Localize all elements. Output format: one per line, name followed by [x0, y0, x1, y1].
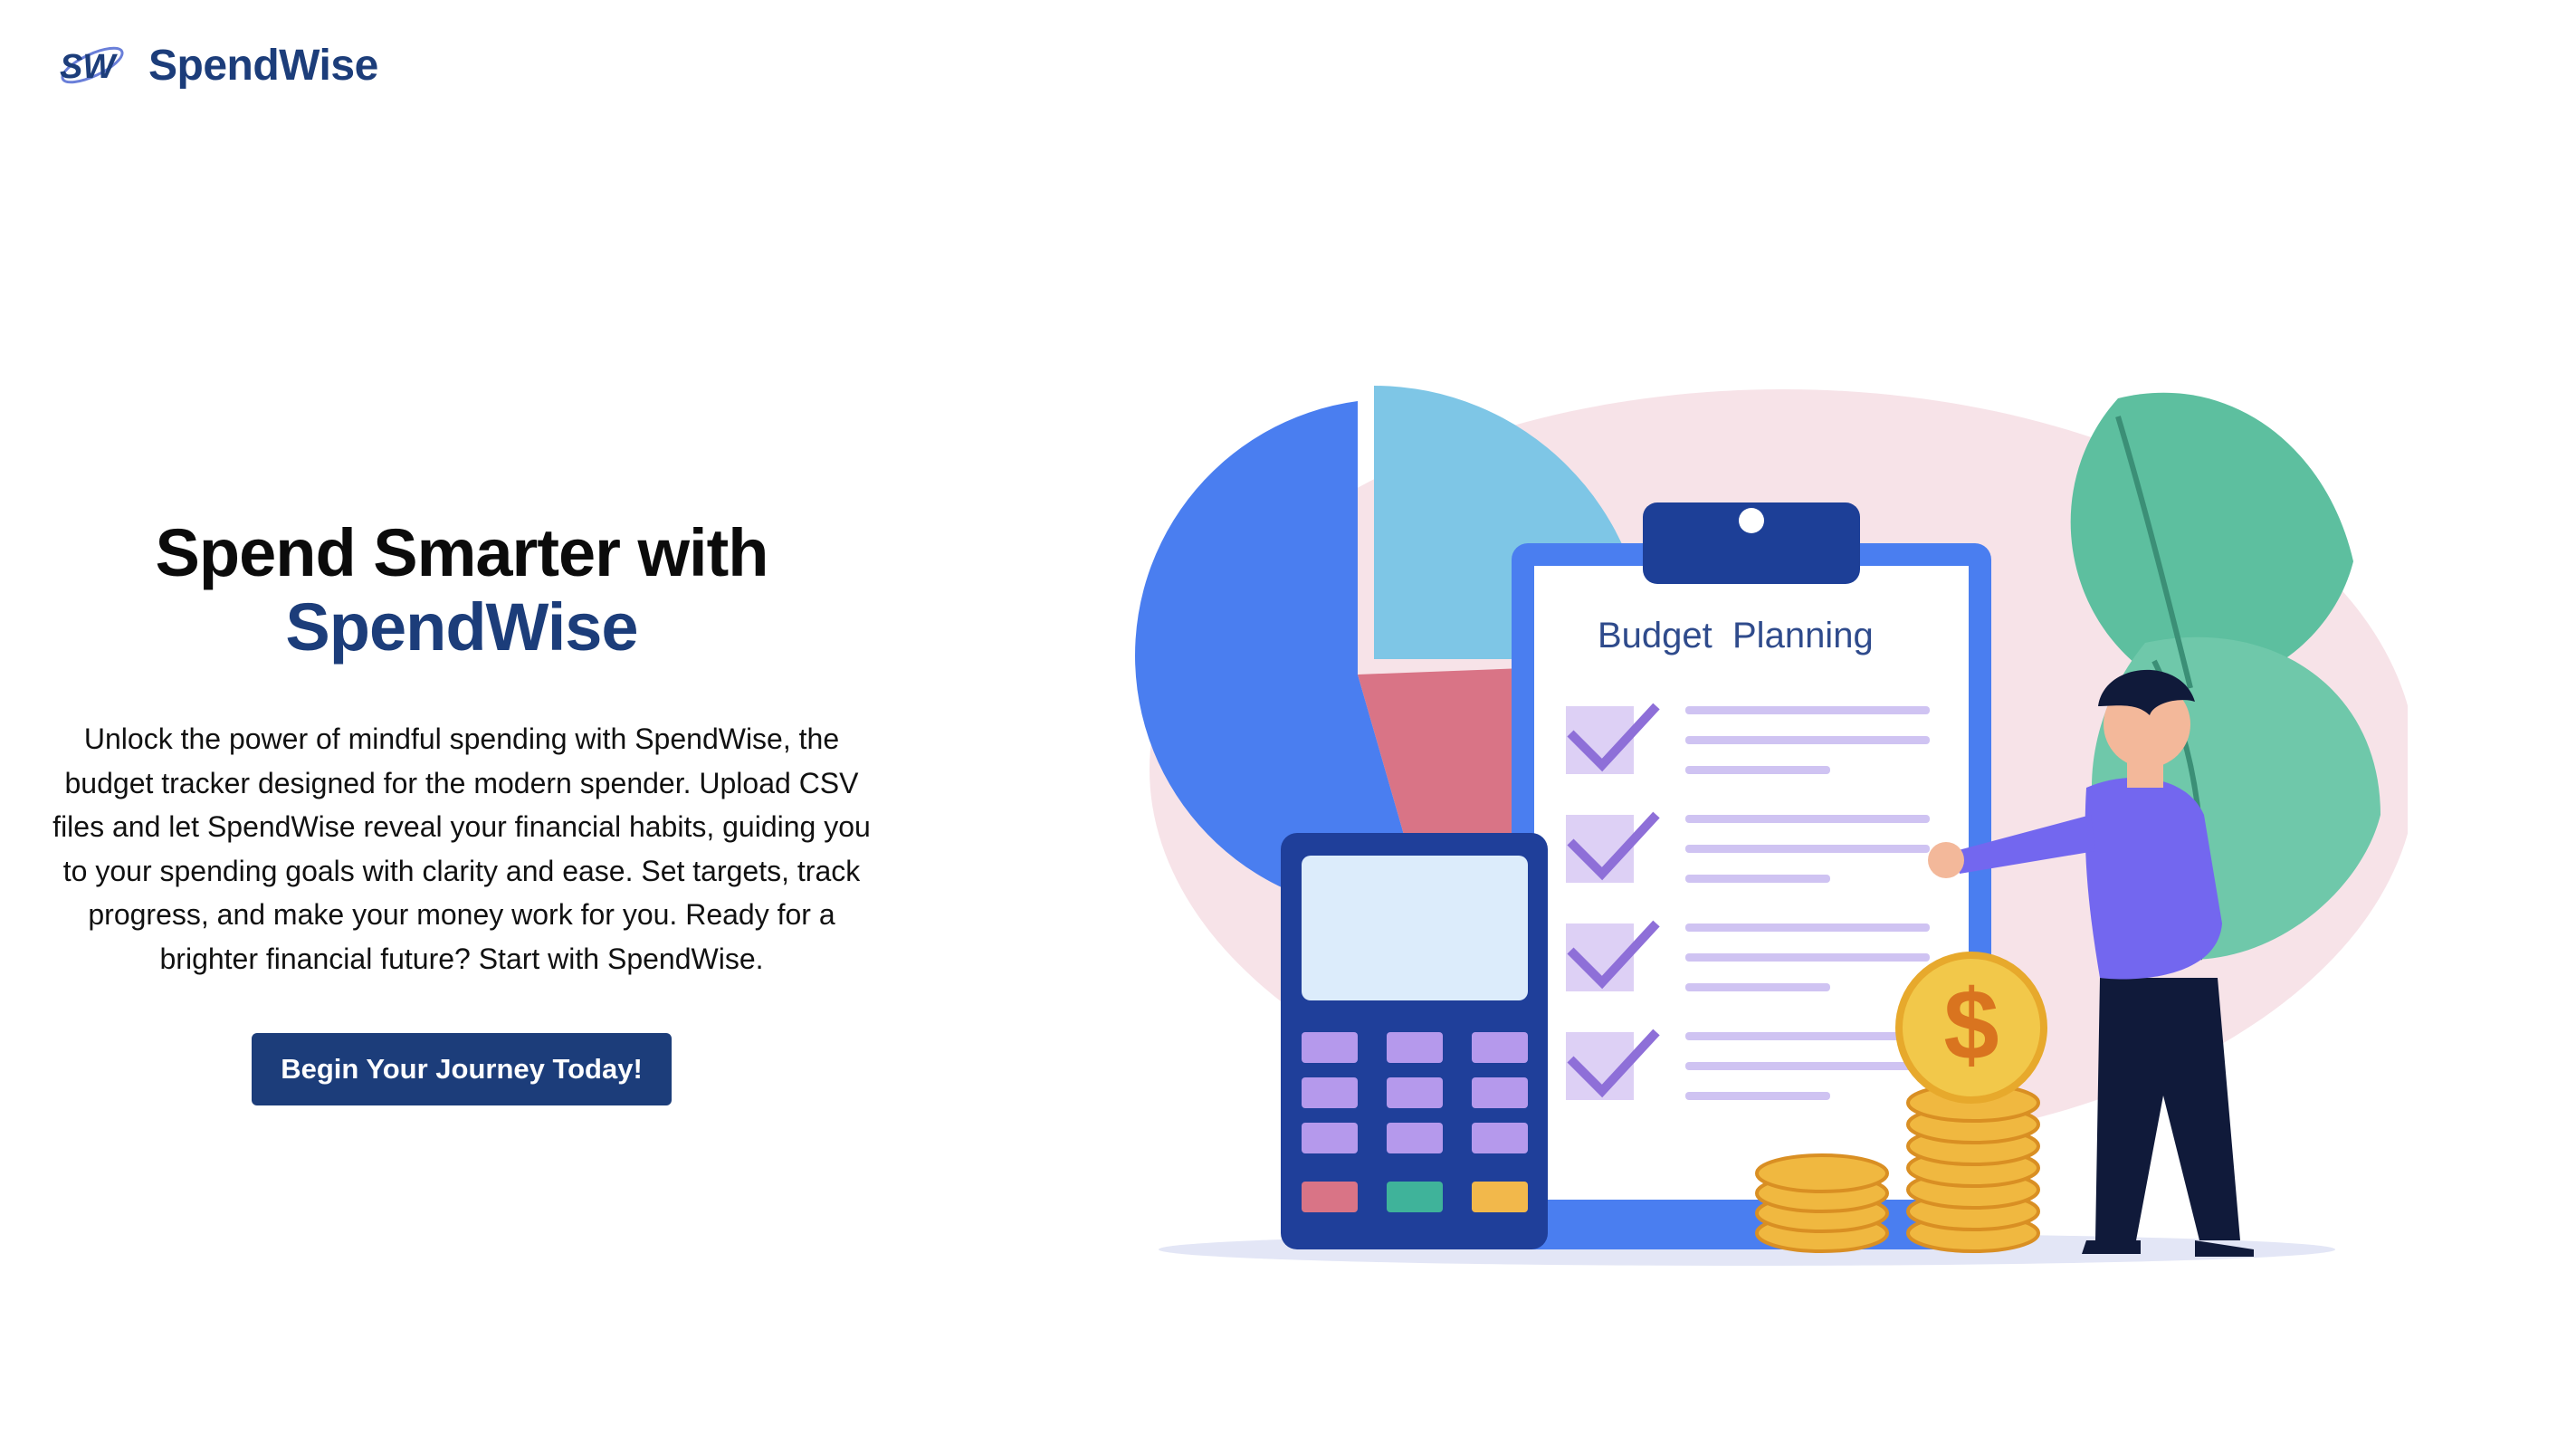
spendwise-logo-icon: SW: [60, 46, 124, 86]
hero-section: Spend Smarter with SpendWise Unlock the …: [45, 516, 878, 1105]
calculator-icon: [1281, 833, 1548, 1249]
brand-header[interactable]: SW SpendWise: [56, 33, 378, 98]
clipboard-title: Budget Planning: [1598, 616, 1874, 656]
landing-page: SW SpendWise Spend Smarter with SpendWis…: [0, 0, 2576, 1445]
illustration-svg: Budget Planning $: [1135, 386, 2417, 1266]
hero-title-brand: SpendWise: [285, 589, 638, 665]
hero-description: Unlock the power of mindful spending wit…: [52, 722, 871, 975]
hero-title: Spend Smarter with SpendWise: [45, 516, 878, 665]
hero-title-line1: Spend Smarter with: [155, 515, 769, 590]
begin-journey-button[interactable]: Begin Your Journey Today!: [252, 1033, 672, 1105]
budget-planning-illustration: Budget Planning $: [1086, 344, 2417, 1295]
brand-name: SpendWise: [148, 41, 378, 90]
coin-dollar-symbol: $: [1943, 970, 1999, 1081]
svg-text:SW: SW: [60, 48, 118, 86]
